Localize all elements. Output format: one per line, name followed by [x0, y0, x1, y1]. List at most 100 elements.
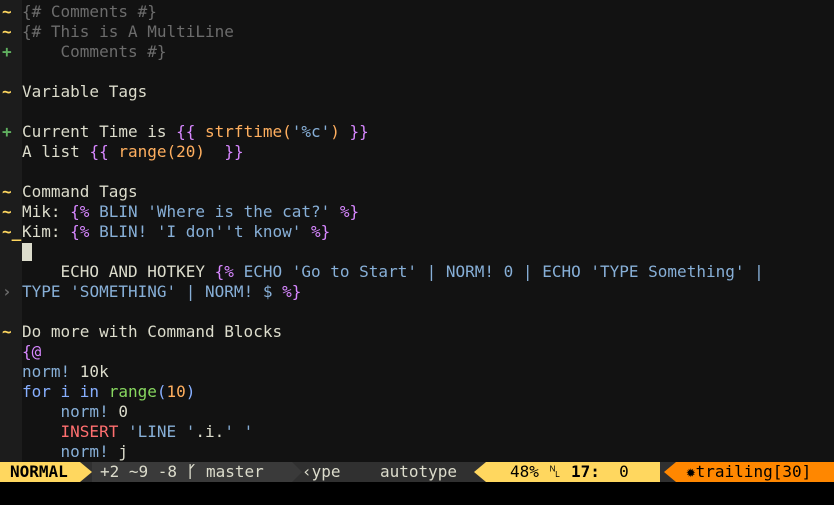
git-sign-marker [2, 302, 20, 322]
editor-line[interactable]: norm! 0 [0, 402, 834, 422]
syntax-token: ) [330, 122, 350, 141]
editor-line[interactable] [0, 302, 834, 322]
editor-line[interactable]: ~ Command Tags [0, 182, 834, 202]
editor-line[interactable]: norm! j [0, 442, 834, 462]
line-number-icon: ␤ [548, 462, 562, 481]
syntax-token: '%c' [291, 122, 331, 141]
syntax-token: 'I don''t know' [156, 222, 311, 241]
line-content: for i in range(10) [22, 382, 195, 402]
git-sign-marker: ~ [2, 82, 12, 101]
git-sign-marker [2, 62, 20, 82]
syntax-token: Do more with Command Blocks [22, 322, 283, 341]
syntax-token: {% [214, 262, 244, 281]
syntax-token: | [754, 262, 764, 281]
syntax-token: strftime( [205, 122, 292, 141]
git-sign-marker: + [2, 42, 12, 61]
editor-line[interactable]: ~ Mik: {% BLIN 'Where is the cat?' %} [0, 202, 834, 222]
editor-line[interactable]: INSERT 'LINE '.i.' ' [0, 422, 834, 442]
line-content: norm! j [22, 442, 128, 462]
syntax-token: %} [339, 202, 360, 221]
editor-line[interactable]: ~ {# Comments #} [0, 2, 834, 22]
syntax-token: | NORM! $ [185, 282, 283, 301]
warning-icon: ✹ [686, 462, 696, 481]
syntax-token: .i. [195, 422, 225, 441]
syntax-token: {# Comments #} [22, 2, 157, 21]
editor-line[interactable]: {@ [0, 342, 834, 362]
mode-separator-arrow [80, 462, 92, 482]
git-sign-marker: ~ [2, 202, 12, 221]
syntax-token: 10 [166, 382, 186, 401]
syntax-token: INSERT [22, 422, 128, 441]
git-sign-marker [2, 402, 20, 422]
git-sign-marker [2, 162, 20, 182]
position-separator-arrow [474, 462, 486, 482]
editor-line[interactable]: for i in range(10) [0, 382, 834, 402]
syntax-token: norm! [22, 442, 119, 461]
syntax-token: 10k [79, 362, 109, 381]
percent-through-file: 48% [510, 462, 539, 481]
syntax-token: range(20) [118, 142, 225, 161]
line-content: norm! 0 [22, 402, 128, 422]
position-segment: 48% ␤ 17: 0 [486, 462, 660, 482]
git-sign-marker [2, 262, 20, 282]
branch-icon: ᚴ [186, 462, 197, 481]
git-sign-marker [2, 342, 20, 362]
editor-line[interactable] [0, 242, 834, 262]
editor-line[interactable] [0, 62, 834, 82]
editor-line[interactable]: ~ {# This is A MultiLine [0, 22, 834, 42]
syntax-token: A list [22, 142, 90, 161]
line-content [22, 242, 32, 262]
syntax-token: ( [156, 382, 167, 401]
file-name: ‹ype [302, 462, 341, 481]
line-content: Variable Tags [22, 82, 147, 102]
syntax-token: | NORM! 0 | ECHO [426, 262, 591, 281]
syntax-token: Comments #} [22, 42, 167, 61]
command-line[interactable] [0, 482, 834, 505]
editor-line[interactable]: ECHO AND HOTKEY {% ECHO 'Go to Start' | … [0, 262, 834, 282]
git-sign-marker [2, 382, 20, 402]
line-content: INSERT 'LINE '.i.' ' [22, 422, 254, 442]
editor-line[interactable]: ~ Variable Tags [0, 82, 834, 102]
syntax-token: {# This is A MultiLine [22, 22, 234, 41]
syntax-token: ' ' [224, 422, 254, 441]
syntax-token: Current Time is [22, 122, 177, 141]
syntax-token: {% [70, 222, 100, 241]
git-separator-arrow [292, 462, 302, 482]
syntax-token: BLIN [99, 202, 148, 221]
syntax-token: j [118, 442, 128, 461]
syntax-token: TYPE [22, 282, 71, 301]
syntax-token: ECHO AND HOTKEY [22, 262, 215, 281]
line-content: Do more with Command Blocks [22, 322, 282, 342]
git-sign-marker: + [2, 122, 12, 141]
editor-buffer[interactable]: ~ {# Comments #} ~ {# This is A MultiLine + … [0, 0, 834, 462]
git-branch: master [205, 462, 264, 481]
syntax-token: for i in [22, 382, 109, 401]
syntax-token: 'TYPE Something' [590, 262, 755, 281]
git-sign-marker: ~ [2, 22, 12, 41]
statusline: NORMAL +2 ~9 -8 ᚴ master ‹ype autotype 4… [0, 462, 834, 482]
syntax-token: {{ [89, 142, 119, 161]
git-sign-marker: ~_ [2, 222, 22, 241]
editor-line[interactable]: ~_ Kim: {% BLIN! 'I don''t know' %} [0, 222, 834, 242]
syntax-token: 'SOMETHING' [70, 282, 186, 301]
editor-line[interactable]: A list {{ range(20) }} [0, 142, 834, 162]
line-number: 17: [571, 462, 600, 481]
editor-line[interactable] [0, 102, 834, 122]
editor-line[interactable]: › TYPE 'SOMETHING' | NORM! $ %} [0, 282, 834, 302]
syntax-token: ) [185, 382, 196, 401]
syntax-token: 'LINE ' [127, 422, 196, 441]
syntax-token: 'Where is the cat?' [147, 202, 340, 221]
git-sign-marker: ~ [2, 2, 12, 21]
git-sign-marker [2, 442, 20, 462]
editor-line[interactable] [0, 162, 834, 182]
line-content: Comments #} [22, 42, 167, 62]
line-content: Current Time is {{ strftime('%c') }} [22, 122, 369, 142]
editor-line[interactable]: norm! 10k [0, 362, 834, 382]
line-content: Kim: {% BLIN! 'I don''t know' %} [22, 222, 330, 242]
syntax-token: Variable Tags [22, 82, 148, 101]
git-changes: +2 ~9 -8 [100, 462, 178, 481]
editor-line[interactable]: + Comments #} [0, 42, 834, 62]
editor-line[interactable]: ~ Do more with Command Blocks [0, 322, 834, 342]
syntax-token: Command Tags [22, 182, 138, 201]
editor-line[interactable]: + Current Time is {{ strftime('%c') }} [0, 122, 834, 142]
